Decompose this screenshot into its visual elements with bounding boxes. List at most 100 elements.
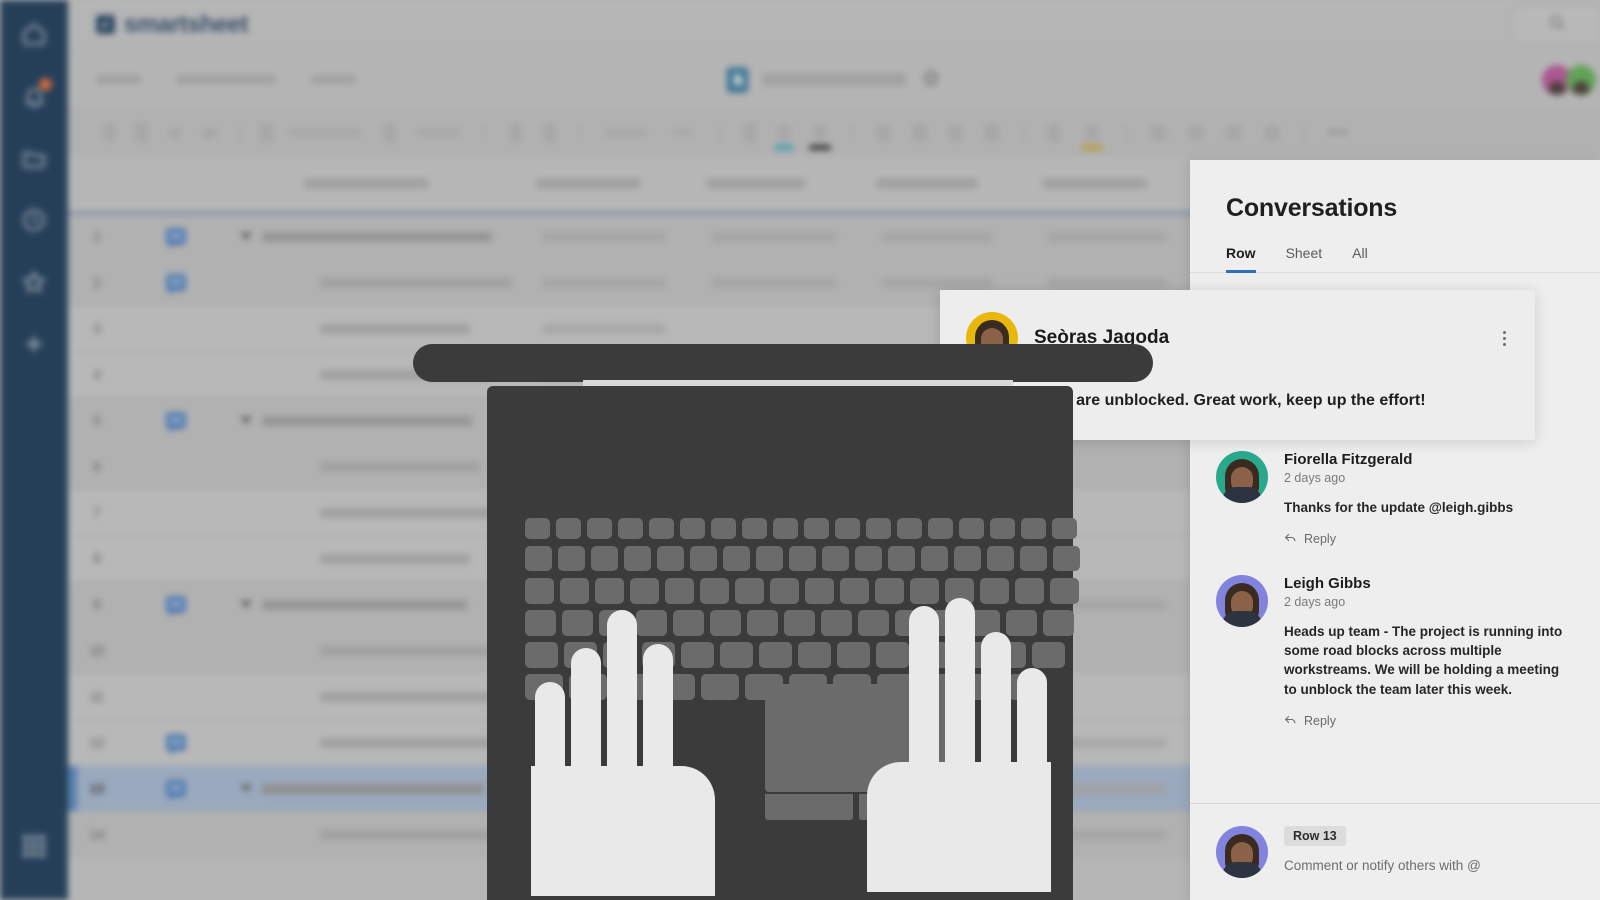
row-number[interactable]: 3 xyxy=(68,321,126,336)
tab-sheet[interactable]: Sheet xyxy=(1286,245,1323,272)
row-comment-indicator[interactable] xyxy=(126,596,226,617)
row-comment-indicator[interactable] xyxy=(126,412,226,433)
sidebar-item-notifications[interactable] xyxy=(14,76,54,116)
row-number[interactable]: 1 xyxy=(68,229,126,244)
toolbar-button-font-family[interactable] xyxy=(253,122,279,143)
expand-collapse-icon[interactable] xyxy=(240,785,252,792)
toolbar-button-wrap-text[interactable] xyxy=(973,123,1009,142)
toolbar-button-painter[interactable] xyxy=(158,126,192,139)
toolbar-overflow-button[interactable]: ••• xyxy=(1318,124,1358,141)
avatar[interactable] xyxy=(1216,451,1268,503)
menu-placeholder-file[interactable] xyxy=(96,75,142,84)
sidebar-item-create[interactable] xyxy=(14,324,54,364)
row-number[interactable]: 6 xyxy=(68,459,126,474)
brand-logo[interactable]: ✔ smartsheet xyxy=(96,11,248,39)
row-comment-indicator[interactable] xyxy=(126,780,226,801)
row-number[interactable]: 10 xyxy=(68,643,126,658)
left-nav-sidebar[interactable] xyxy=(0,0,68,900)
column-header-4[interactable] xyxy=(876,178,978,189)
row-number[interactable]: 11 xyxy=(68,689,126,704)
keyboard-key xyxy=(587,518,612,539)
toolbar-button-clear-format[interactable] xyxy=(192,126,226,139)
row-comment-indicator[interactable] xyxy=(126,274,226,295)
favorite-star-icon[interactable] xyxy=(921,67,942,93)
row-number[interactable]: 5 xyxy=(68,413,126,428)
toolbar-button-italic[interactable] xyxy=(532,122,566,143)
comment-bubble-icon[interactable] xyxy=(166,274,186,295)
row-number[interactable]: 12 xyxy=(68,735,126,750)
toolbar-button-insert-link[interactable] xyxy=(1215,124,1253,141)
toolbar-button-align-left[interactable] xyxy=(865,123,901,142)
keyboard-key xyxy=(624,546,651,571)
collaborator-avatars[interactable] xyxy=(1542,64,1596,95)
comment-bubble-icon[interactable] xyxy=(166,412,186,433)
expand-collapse-icon[interactable] xyxy=(240,601,252,608)
toolbar-button-font-color[interactable] xyxy=(802,124,838,150)
row-number[interactable]: 7 xyxy=(68,505,126,520)
comment-input[interactable]: Comment or notify others with @ xyxy=(1284,858,1574,873)
comment-composer[interactable]: Row 13 Comment or notify others with @ xyxy=(1190,803,1600,900)
toolbar-button-merge[interactable] xyxy=(1036,123,1072,142)
row-number[interactable]: 8 xyxy=(68,551,126,566)
conversations-panel[interactable]: Conversations Row Sheet All Fiorella Fit… xyxy=(1190,160,1600,900)
tab-all[interactable]: All xyxy=(1352,245,1368,272)
column-header-3[interactable] xyxy=(706,178,806,189)
row-number[interactable]: 9 xyxy=(68,597,126,612)
cell-text-placeholder xyxy=(262,231,492,242)
row-number[interactable]: 4 xyxy=(68,367,126,382)
keyboard-key xyxy=(735,578,764,604)
kebab-menu-icon[interactable] xyxy=(1499,328,1509,349)
toolbar-underline-placeholder[interactable] xyxy=(593,128,659,137)
tab-row[interactable]: Row xyxy=(1226,245,1256,273)
toolbar-button-bold[interactable] xyxy=(498,122,532,143)
row-number[interactable]: 2 xyxy=(68,275,126,290)
keyboard-key xyxy=(649,518,674,539)
avatar[interactable] xyxy=(1566,64,1596,95)
comment-bubble-icon[interactable] xyxy=(166,228,186,249)
toolbar-button-redo[interactable] xyxy=(124,122,158,143)
toolbar-strikethrough-placeholder[interactable] xyxy=(659,129,707,136)
toolbar-button-highlight[interactable] xyxy=(1072,124,1112,150)
formatting-toolbar[interactable]: ••• xyxy=(68,110,1600,156)
row-number[interactable]: 13 xyxy=(68,781,126,796)
reply-button[interactable]: Reply xyxy=(1284,531,1574,547)
comment-bubble-icon[interactable] xyxy=(166,596,186,617)
column-header-5[interactable] xyxy=(1042,178,1147,189)
column-header-primary[interactable] xyxy=(304,178,429,189)
sheet-menu-group[interactable] xyxy=(96,75,356,84)
toolbar-button-font-size[interactable] xyxy=(371,122,407,143)
toolbar-button-align-right[interactable] xyxy=(937,123,973,142)
column-header-2[interactable] xyxy=(536,178,641,189)
menu-placeholder-forms[interactable] xyxy=(310,75,356,84)
row-number[interactable]: 14 xyxy=(68,827,126,842)
toolbar-font-name-placeholder[interactable] xyxy=(279,128,371,137)
sheet-title-placeholder[interactable] xyxy=(762,73,907,86)
expand-collapse-icon[interactable] xyxy=(240,233,252,240)
conversations-tabs[interactable]: Row Sheet All xyxy=(1190,223,1600,273)
toolbar-button-indent[interactable] xyxy=(1139,124,1177,141)
sidebar-item-favorites[interactable] xyxy=(14,262,54,302)
toolbar-button-align-center[interactable] xyxy=(901,123,937,142)
avatar[interactable] xyxy=(1216,575,1268,628)
toolbar-font-size-placeholder[interactable] xyxy=(407,128,471,137)
row-comment-indicator[interactable] xyxy=(126,734,226,755)
comment-bubble-icon[interactable] xyxy=(166,734,186,755)
toolbar-button-undo[interactable] xyxy=(94,123,124,142)
sidebar-item-home[interactable] xyxy=(14,14,54,54)
sidebar-item-app-switcher[interactable] xyxy=(14,826,54,866)
sidebar-item-browse[interactable] xyxy=(14,138,54,178)
reply-button[interactable]: Reply xyxy=(1284,713,1574,729)
row-comment-indicator[interactable] xyxy=(126,228,226,249)
toolbar-button-attach[interactable] xyxy=(1253,124,1291,141)
keyboard-key xyxy=(804,518,829,539)
sidebar-item-recents[interactable] xyxy=(14,200,54,240)
toolbar-button-fill-color[interactable] xyxy=(766,124,802,150)
expand-collapse-icon[interactable] xyxy=(240,417,252,424)
toolbar-button-outdent[interactable] xyxy=(1177,124,1215,141)
list-item[interactable]: Fiorella Fitzgerald 2 days ago Thanks fo… xyxy=(1190,429,1600,553)
list-item[interactable]: Leigh Gibbs 2 days ago Heads up team - T… xyxy=(1190,553,1600,735)
menu-placeholder-automation[interactable] xyxy=(176,75,276,84)
comment-bubble-icon[interactable] xyxy=(166,780,186,801)
toolbar-button-border[interactable] xyxy=(734,122,766,143)
search-input[interactable] xyxy=(1514,7,1600,43)
